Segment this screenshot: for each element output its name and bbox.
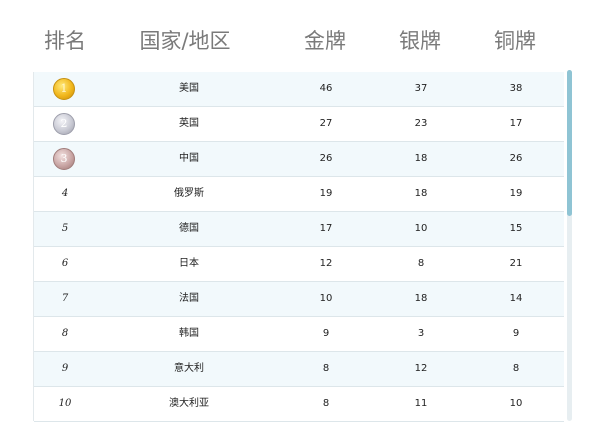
- country-cell: 意大利: [174, 363, 204, 374]
- country-cell: 法国: [179, 293, 199, 304]
- bronze-count: 10: [509, 398, 523, 409]
- table-row: 3 中国 26 18 26: [34, 142, 564, 177]
- medal-table: 1 美国 46 37 38 2 英国 27 23 17 3 中国 26 18 2…: [33, 72, 564, 422]
- scrollbar-thumb[interactable]: [567, 70, 572, 216]
- gold-count: 19: [319, 188, 333, 199]
- rank-cell: 10: [58, 398, 72, 409]
- header-gold: 金牌: [304, 29, 346, 53]
- silver-count: 8: [417, 258, 425, 269]
- bronze-count: 17: [509, 118, 523, 129]
- table-row: 1 美国 46 37 38: [34, 72, 564, 107]
- table-row: 5 德国 17 10 15: [34, 212, 564, 247]
- rank-cell: 1: [34, 72, 96, 106]
- gold-count: 9: [322, 328, 330, 339]
- country-cell: 日本: [179, 258, 199, 269]
- table-row: 6 日本 12 8 21: [34, 247, 564, 282]
- gold-count: 26: [319, 153, 333, 164]
- rank-cell: 3: [34, 142, 96, 176]
- gold-count: 46: [319, 83, 333, 94]
- table-row: 8 韩国 9 3 9: [34, 317, 564, 352]
- rank-cell: 8: [61, 328, 69, 339]
- country-cell: 中国: [179, 153, 199, 164]
- bronze-count: 14: [509, 293, 523, 304]
- header-rank: 排名: [44, 29, 86, 53]
- bronze-count: 19: [509, 188, 523, 199]
- gold-count: 8: [322, 363, 330, 374]
- bronze-count: 8: [512, 363, 520, 374]
- silver-count: 10: [414, 223, 428, 234]
- country-cell: 韩国: [179, 328, 199, 339]
- gold-count: 10: [319, 293, 333, 304]
- country-cell: 澳大利亚: [169, 398, 209, 409]
- silver-count: 18: [414, 153, 428, 164]
- silver-count: 18: [414, 293, 428, 304]
- silver-medal-icon: 2: [53, 113, 75, 135]
- silver-count: 3: [417, 328, 425, 339]
- bronze-count: 9: [512, 328, 520, 339]
- rank-cell: 9: [61, 363, 69, 374]
- country-cell: 英国: [179, 118, 199, 129]
- gold-medal-icon: 1: [53, 78, 75, 100]
- table-row: 10 澳大利亚 8 11 10: [34, 387, 564, 422]
- rank-cell: 5: [61, 223, 69, 234]
- rank-cell: 4: [61, 188, 69, 199]
- bronze-count: 15: [509, 223, 523, 234]
- table-row: 2 英国 27 23 17: [34, 107, 564, 142]
- country-cell: 俄罗斯: [174, 188, 204, 199]
- table-row: 9 意大利 8 12 8: [34, 352, 564, 387]
- header-country: 国家/地区: [139, 29, 231, 53]
- country-cell: 德国: [179, 223, 199, 234]
- rank-cell: 6: [61, 258, 69, 269]
- gold-count: 12: [319, 258, 333, 269]
- rank-cell: 7: [61, 293, 69, 304]
- silver-count: 11: [414, 398, 428, 409]
- gold-count: 8: [322, 398, 330, 409]
- bronze-count: 38: [509, 83, 523, 94]
- header-silver: 银牌: [399, 29, 441, 53]
- bronze-medal-icon: 3: [53, 148, 75, 170]
- silver-count: 37: [414, 83, 428, 94]
- silver-count: 12: [414, 363, 428, 374]
- country-cell: 美国: [179, 83, 199, 94]
- bronze-count: 21: [509, 258, 523, 269]
- header-bronze: 铜牌: [494, 29, 536, 53]
- table-row: 7 法国 10 18 14: [34, 282, 564, 317]
- rank-cell: 2: [34, 107, 96, 141]
- gold-count: 17: [319, 223, 333, 234]
- table-header: 排名 国家/地区 金牌 银牌 铜牌: [0, 0, 600, 72]
- silver-count: 23: [414, 118, 428, 129]
- table-row: 4 俄罗斯 19 18 19: [34, 177, 564, 212]
- vertical-scrollbar[interactable]: [567, 70, 572, 421]
- bronze-count: 26: [509, 153, 523, 164]
- gold-count: 27: [319, 118, 333, 129]
- silver-count: 18: [414, 188, 428, 199]
